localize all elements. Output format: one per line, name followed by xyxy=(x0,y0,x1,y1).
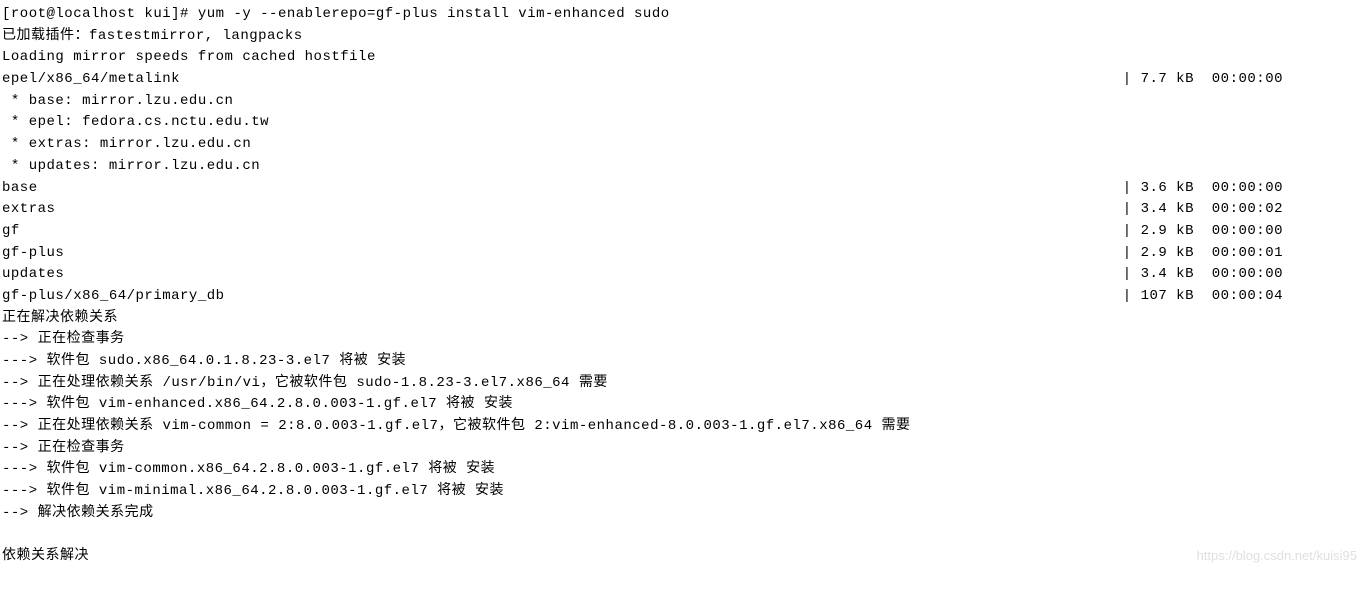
dep-line: ---> 软件包 vim-common.x86_64.2.8.0.003-1.g… xyxy=(2,459,1363,481)
mirror-line: * epel: fedora.cs.nctu.edu.tw xyxy=(2,112,1363,134)
dep-line: --> 正在处理依赖关系 vim-common = 2:8.0.003-1.gf… xyxy=(2,416,1363,438)
command-text: yum -y --enablerepo=gf-plus install vim-… xyxy=(198,6,670,22)
repo-line: base| 3.6 kB 00:00:00 xyxy=(2,178,1363,200)
shell-prompt: [root@localhost kui]# xyxy=(2,6,198,22)
output-line: 正在解决依赖关系 xyxy=(2,308,1363,330)
dep-line: ---> 软件包 vim-enhanced.x86_64.2.8.0.003-1… xyxy=(2,394,1363,416)
repo-line: gf-plus/x86_64/primary_db| 107 kB 00:00:… xyxy=(2,286,1363,308)
mirror-line: * base: mirror.lzu.edu.cn xyxy=(2,91,1363,113)
repo-line: gf| 2.9 kB 00:00:00 xyxy=(2,221,1363,243)
repo-line: extras| 3.4 kB 00:00:02 xyxy=(2,199,1363,221)
dep-line: --> 解决依赖关系完成 xyxy=(2,503,1363,525)
dep-line: --> 正在检查事务 xyxy=(2,329,1363,351)
dep-line: --> 正在检查事务 xyxy=(2,438,1363,460)
repo-line: gf-plus| 2.9 kB 00:00:01 xyxy=(2,243,1363,265)
mirror-line: * extras: mirror.lzu.edu.cn xyxy=(2,134,1363,156)
dep-line: --> 正在处理依赖关系 /usr/bin/vi，它被软件包 sudo-1.8.… xyxy=(2,373,1363,395)
repo-line: epel/x86_64/metalink| 7.7 kB 00:00:00 xyxy=(2,69,1363,91)
dep-line: ---> 软件包 vim-minimal.x86_64.2.8.0.003-1.… xyxy=(2,481,1363,503)
output-line: Loading mirror speeds from cached hostfi… xyxy=(2,47,1363,69)
watermark-text: https://blog.csdn.net/kuisi95 xyxy=(1197,546,1357,566)
mirror-line: * updates: mirror.lzu.edu.cn xyxy=(2,156,1363,178)
output-line: 已加载插件：fastestmirror, langpacks xyxy=(2,26,1363,48)
blank-line xyxy=(2,525,1363,547)
repo-line: updates| 3.4 kB 00:00:00 xyxy=(2,264,1363,286)
dep-line: ---> 软件包 sudo.x86_64.0.1.8.23-3.el7 将被 安… xyxy=(2,351,1363,373)
command-line: [root@localhost kui]# yum -y --enablerep… xyxy=(2,4,1363,26)
output-line: 依赖关系解决 xyxy=(2,546,1363,568)
